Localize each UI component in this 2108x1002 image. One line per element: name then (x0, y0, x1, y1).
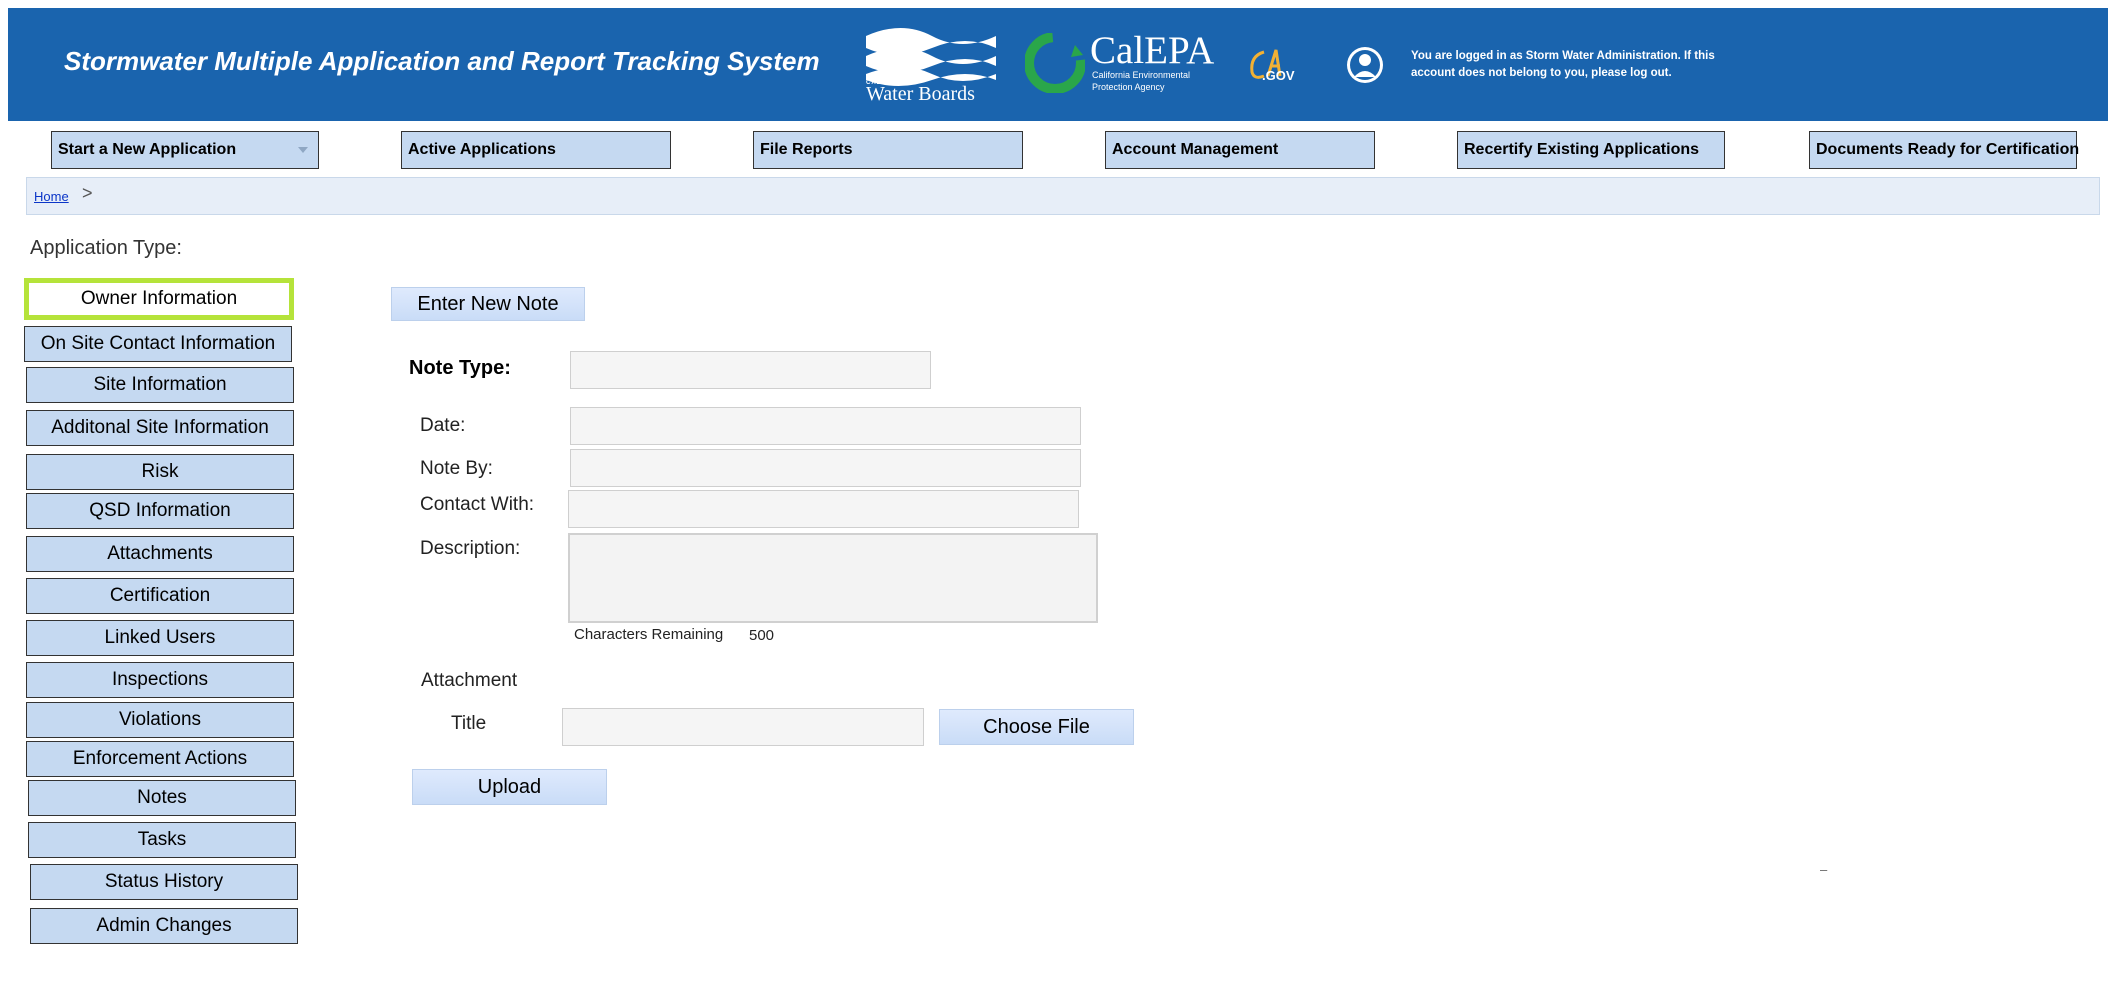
sidebar-item-enforcement-actions[interactable]: Enforcement Actions (26, 741, 294, 777)
contact-with-label: Contact With: (420, 494, 535, 515)
sidebar-item-additional-site-information[interactable]: Additonal Site Information (26, 410, 294, 446)
upload-button[interactable]: Upload (412, 769, 607, 805)
note-by-field[interactable] (570, 449, 1081, 487)
sidebar-item-risk[interactable]: Risk (26, 454, 294, 490)
nav-account-management[interactable]: Account Management (1105, 131, 1375, 169)
nav-label: Recertify Existing Applications (1464, 141, 1700, 158)
sidebar-item-label: QSD Information (89, 500, 231, 521)
sidebar-item-label: Admin Changes (96, 915, 232, 936)
sidebar-item-certification[interactable]: Certification (26, 578, 294, 614)
date-field[interactable] (570, 407, 1081, 445)
description-label: Description: (420, 538, 521, 559)
sidebar-item-label: Risk (141, 461, 179, 482)
sidebar-item-label: Owner Information (80, 288, 238, 309)
chevron-right-icon: > (82, 183, 93, 203)
ca-gov-text: .GOV (1262, 68, 1295, 83)
breadcrumb (26, 177, 2100, 215)
attachment-title-field[interactable] (562, 708, 924, 746)
nav-recertify-existing-applications[interactable]: Recertify Existing Applications (1457, 131, 1725, 169)
calepa-name: CalEPA (1090, 29, 1215, 72)
note-type-label: Note Type: (409, 357, 511, 379)
login-message: You are logged in as Storm Water Adminis… (1411, 50, 1715, 79)
sidebar-item-qsd-information[interactable]: QSD Information (26, 493, 294, 529)
contact-with-field[interactable] (568, 490, 1079, 528)
choose-file-button[interactable]: Choose File (939, 709, 1134, 745)
sidebar-item-label: Linked Users (104, 627, 216, 648)
sidebar-item-status-history[interactable]: Status History (30, 864, 298, 900)
stray-dash: – (1820, 862, 1828, 877)
sidebar-item-notes[interactable]: Notes (28, 780, 296, 816)
title-label: Title (451, 713, 487, 734)
user-account-icon[interactable] (1345, 45, 1385, 85)
nav-label: Documents Ready for Certification (1816, 141, 2080, 158)
sidebar-item-label: Attachments (107, 543, 213, 564)
nav-start-new-application[interactable]: Start a New Application (51, 131, 319, 169)
calepa-subtitle: California Environmental Protection Agen… (1092, 70, 1191, 92)
water-boards-name: Water Boards (866, 83, 975, 105)
application-type-label: Application Type: (30, 237, 182, 259)
sidebar-item-label: Additonal Site Information (51, 417, 269, 438)
sidebar-item-label: Certification (109, 585, 211, 606)
sidebar-item-attachments[interactable]: Attachments (26, 536, 294, 572)
sidebar-item-on-site-contact-information[interactable]: On Site Contact Information (24, 326, 292, 362)
breadcrumb-home-link[interactable]: Home (34, 189, 69, 204)
calepa-logo-icon (1025, 33, 1085, 93)
nav-active-applications[interactable]: Active Applications (401, 131, 671, 169)
sidebar-item-inspections[interactable]: Inspections (26, 662, 294, 698)
nav-label: Start a New Application (58, 141, 237, 158)
sidebar-item-violations[interactable]: Violations (26, 702, 294, 738)
app-title: Stormwater Multiple Application and Repo… (64, 46, 820, 76)
chevron-down-icon (298, 147, 308, 153)
enter-new-note-button[interactable]: Enter New Note (391, 287, 585, 321)
sidebar-item-label: Site Information (93, 374, 227, 395)
characters-remaining-label: Characters Remaining (574, 626, 724, 643)
note-by-label: Note By: (420, 458, 493, 479)
sidebar-item-label: On Site Contact Information (40, 333, 276, 354)
characters-remaining-count: 500 (749, 627, 775, 644)
note-type-field[interactable] (570, 351, 931, 389)
nav-label: Account Management (1112, 141, 1279, 158)
sidebar-item-label: Enforcement Actions (72, 748, 248, 769)
sidebar-item-label: Inspections (111, 669, 209, 690)
nav-label: Active Applications (408, 141, 556, 158)
sidebar-item-label: Notes (137, 787, 187, 808)
sidebar-item-tasks[interactable]: Tasks (28, 822, 296, 858)
sidebar-item-site-information[interactable]: Site Information (26, 367, 294, 403)
sidebar-item-owner-information[interactable]: Owner Information (24, 278, 294, 320)
nav-file-reports[interactable]: File Reports (753, 131, 1023, 169)
attachment-label: Attachment (421, 670, 518, 691)
nav-label: File Reports (760, 141, 853, 158)
description-textarea[interactable] (568, 533, 1098, 623)
sidebar-item-admin-changes[interactable]: Admin Changes (30, 908, 298, 944)
sidebar-item-linked-users[interactable]: Linked Users (26, 620, 294, 656)
sidebar-item-label: Tasks (137, 829, 187, 850)
sidebar-item-label: Status History (104, 871, 224, 892)
sidebar-item-label: Violations (118, 709, 202, 730)
date-label: Date: (420, 415, 466, 436)
nav-documents-ready-for-certification[interactable]: Documents Ready for Certification (1809, 131, 2080, 169)
